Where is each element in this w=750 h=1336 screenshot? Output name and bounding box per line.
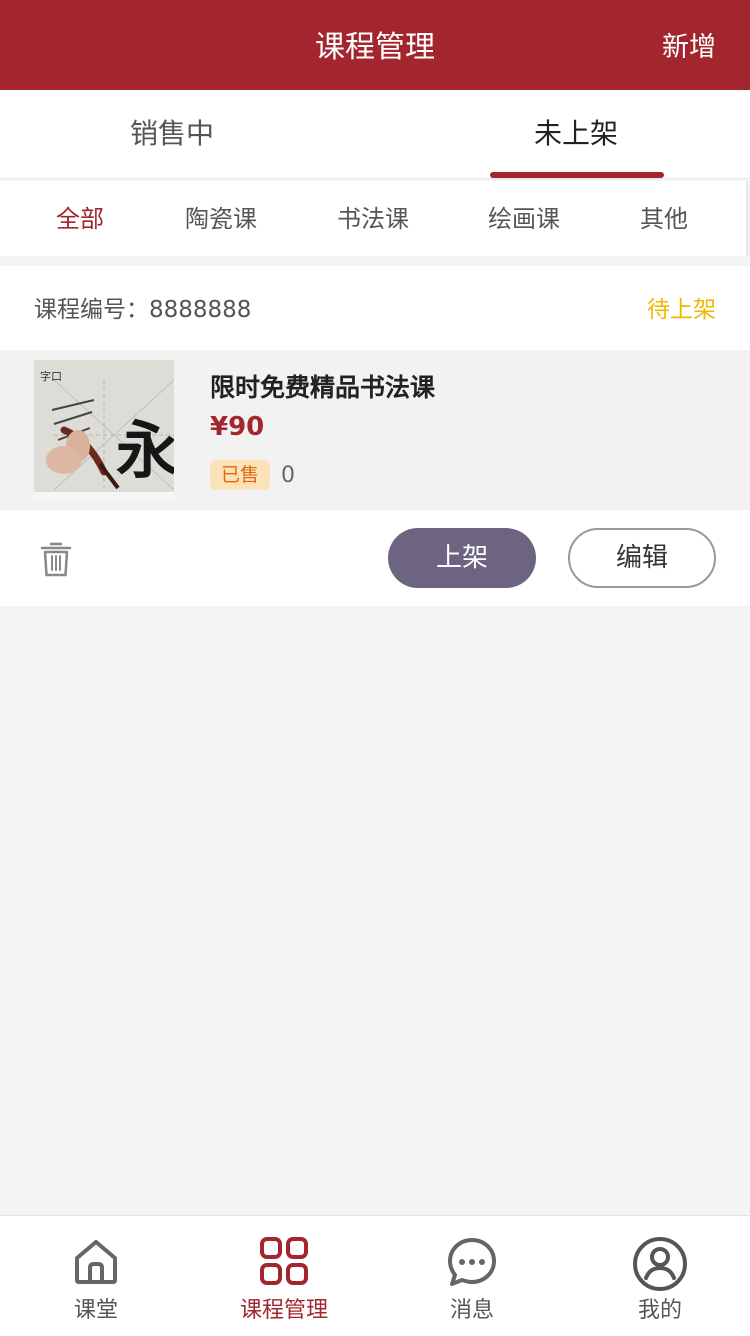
category-painting[interactable]: 绘画课 xyxy=(488,181,560,256)
tabbar-item-course-management[interactable]: 课程管理 xyxy=(204,1216,364,1336)
tabbar-label: 我的 xyxy=(637,1298,682,1323)
sold-badge: 已售 xyxy=(210,460,270,490)
category-filter: 全部 陶瓷课 书法课 绘画课 其他 xyxy=(0,181,748,256)
user-circle-icon xyxy=(633,1237,687,1291)
tab-on-sale[interactable]: 销售中 xyxy=(72,90,272,179)
category-calligraphy[interactable]: 书法课 xyxy=(337,181,409,256)
edit-button[interactable]: 编辑 xyxy=(568,528,716,588)
course-card-actions: 上架 编辑 xyxy=(0,510,750,606)
tabbar-item-messages[interactable]: 消息 xyxy=(392,1216,552,1336)
tabbar-item-mine[interactable]: 我的 xyxy=(580,1216,740,1336)
tabbar-label: 课程管理 xyxy=(239,1298,328,1323)
category-other[interactable]: 其他 xyxy=(640,181,688,256)
page-title: 课程管理 xyxy=(315,30,435,65)
tabbar-item-classroom[interactable]: 课堂 xyxy=(16,1216,176,1336)
calligraphy-image: 永 字口 xyxy=(34,360,174,500)
course-code: 课程编号：8888888 xyxy=(34,297,252,323)
category-ceramics[interactable]: 陶瓷课 xyxy=(185,181,257,256)
publish-button[interactable]: 上架 xyxy=(388,528,536,588)
trash-icon[interactable] xyxy=(40,540,72,578)
bottom-tab-bar: 课堂 课程管理 消息 我的 xyxy=(0,1215,750,1336)
tab-unlisted[interactable]: 未上架 xyxy=(476,90,676,179)
course-thumbnail: 永 字口 xyxy=(34,360,174,500)
svg-text:永: 永 xyxy=(116,414,174,487)
chat-bubble-icon xyxy=(448,1238,496,1286)
status-badge: 待上架 xyxy=(647,297,716,323)
add-course-button[interactable]: 新增 xyxy=(662,0,716,90)
course-card[interactable]: 永 字口 限时免费精品书法课 ¥90 已售 0 xyxy=(0,350,750,510)
course-title: 限时免费精品书法课 xyxy=(210,373,436,402)
top-bar: 课程管理 新增 xyxy=(0,0,750,90)
tabbar-label: 消息 xyxy=(449,1298,494,1323)
svg-text:字口: 字口 xyxy=(40,369,62,383)
tabbar-label: 课堂 xyxy=(73,1298,118,1323)
sold-count: 0 xyxy=(281,463,295,488)
grid-icon xyxy=(260,1237,308,1285)
active-tab-indicator xyxy=(490,172,664,178)
course-card-header: 课程编号：8888888 待上架 xyxy=(0,266,750,350)
category-all[interactable]: 全部 xyxy=(56,181,104,256)
status-tabs: 销售中 未上架 xyxy=(0,90,750,179)
course-price: ¥90 xyxy=(210,412,265,442)
home-icon xyxy=(75,1240,117,1284)
